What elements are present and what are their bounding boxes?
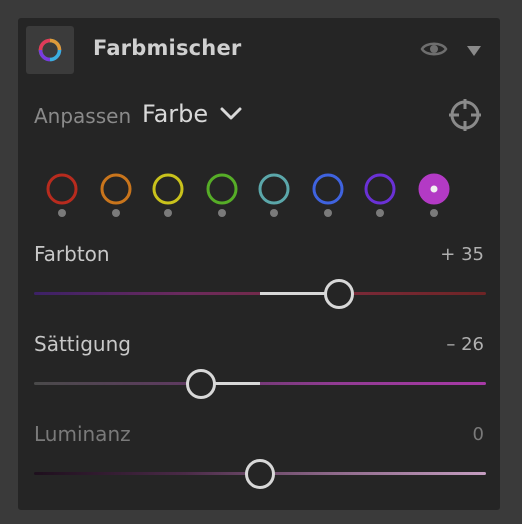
- color-mixer-panel: Farbmischer Anpassen Farbe Farbton + 35 Sä…: [18, 18, 500, 510]
- slider-value-luminance[interactable]: 0: [473, 424, 484, 445]
- adjust-value: Farbe: [142, 100, 209, 128]
- slider-thumb-luminance[interactable]: [245, 458, 275, 489]
- color-swatch-yellow[interactable]: [152, 173, 184, 225]
- color-swatch-green[interactable]: [206, 173, 238, 225]
- slider-value-hue[interactable]: + 35: [440, 244, 484, 265]
- caret-down-icon[interactable]: [466, 45, 482, 57]
- color-swatch-blue[interactable]: [312, 173, 344, 225]
- slider-label-saturation: Sättigung: [34, 332, 131, 356]
- color-swatch-orange[interactable]: [100, 173, 132, 225]
- color-swatch-aqua[interactable]: [258, 173, 290, 225]
- color-swatch-red[interactable]: [46, 173, 78, 225]
- slider-label-luminance: Luminanz: [34, 422, 131, 446]
- chevron-down-icon: [220, 107, 242, 120]
- slider-thumb-saturation[interactable]: [186, 368, 217, 399]
- color-wheel-icon[interactable]: [26, 26, 74, 74]
- color-swatch-purple[interactable]: [364, 173, 396, 225]
- slider-thumb-hue[interactable]: [324, 278, 355, 309]
- slider-label-hue: Farbton: [34, 242, 110, 266]
- color-swatch-magenta[interactable]: [418, 173, 450, 225]
- slider-value-saturation[interactable]: – 26: [446, 334, 484, 355]
- adjust-label: Anpassen: [34, 104, 132, 128]
- panel-title: Farbmischer: [93, 36, 242, 60]
- slider-track-saturation[interactable]: [34, 382, 486, 385]
- target-crosshair-icon[interactable]: [448, 98, 482, 132]
- adjust-dropdown[interactable]: Farbe: [142, 100, 242, 128]
- eye-icon[interactable]: [420, 38, 448, 60]
